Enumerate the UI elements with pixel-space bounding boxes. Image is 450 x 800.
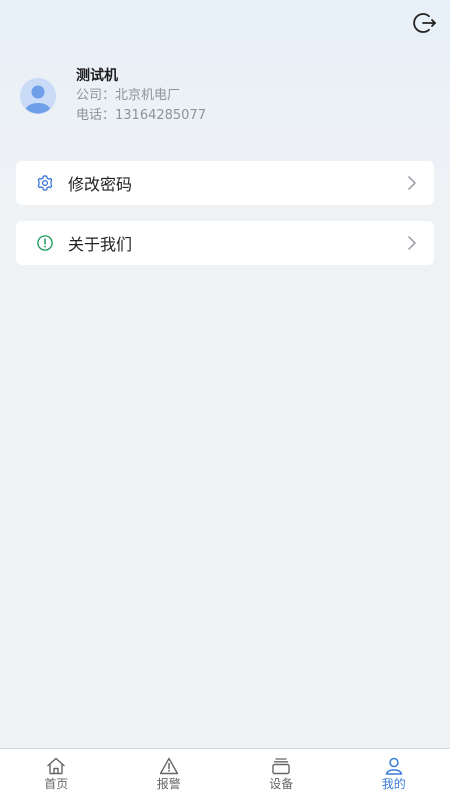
avatar	[20, 78, 56, 114]
user-icon	[384, 757, 404, 775]
info-circle-icon	[36, 234, 54, 252]
tab-device-label: 设备	[269, 777, 294, 791]
tab-device[interactable]: 设备	[225, 749, 338, 800]
profile-info: 测试机 公司：北京机电厂 电话：13164285077	[76, 66, 206, 126]
user-name: 测试机	[76, 68, 118, 84]
bottom-tab-bar: 首页 报警 设备 我的	[0, 748, 450, 800]
alert-triangle-icon	[159, 757, 179, 775]
user-avatar-icon	[20, 78, 56, 114]
profile-header: 测试机 公司：北京机电厂 电话：13164285077	[20, 64, 430, 128]
tab-home[interactable]: 首页	[0, 749, 113, 800]
change-password-label: 修改密码	[68, 175, 133, 194]
logout-icon	[413, 13, 436, 33]
about-us-item[interactable]: 关于我们	[16, 221, 434, 265]
tab-alarm-label: 报警	[156, 777, 181, 791]
logout-button[interactable]	[412, 10, 438, 36]
change-password-item[interactable]: 修改密码	[16, 161, 434, 205]
tab-alarm[interactable]: 报警	[113, 749, 226, 800]
device-stack-icon	[271, 757, 291, 775]
tab-mine-label: 我的	[381, 777, 406, 791]
profile-screen: 测试机 公司：北京机电厂 电话：13164285077 修改密码 关于我们 首页…	[0, 0, 450, 800]
tab-home-label: 首页	[44, 777, 69, 791]
chevron-right-icon	[406, 236, 418, 250]
tab-mine[interactable]: 我的	[338, 749, 450, 800]
user-phone: 电话：13164285077	[76, 108, 206, 123]
about-us-label: 关于我们	[68, 235, 133, 254]
gear-icon	[36, 174, 54, 192]
home-icon	[46, 757, 66, 775]
user-company: 公司：北京机电厂	[76, 88, 181, 103]
chevron-right-icon	[406, 176, 418, 190]
